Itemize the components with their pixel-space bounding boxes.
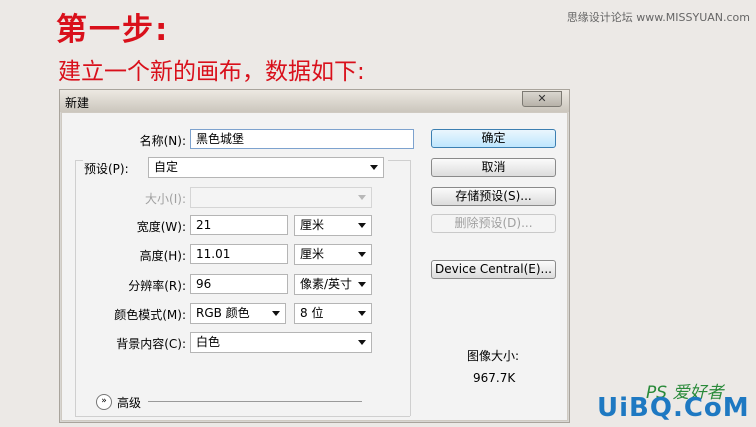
height-unit: 厘米: [300, 247, 325, 261]
group-border: [410, 160, 411, 416]
name-label: 名称(N):: [139, 134, 186, 148]
group-border: [388, 160, 410, 161]
step-title: 第一步:: [56, 12, 170, 48]
advanced-label[interactable]: 高级: [117, 394, 141, 411]
step-subtitle: 建立一个新的画布，数据如下:: [58, 59, 365, 85]
chevron-down-icon: [358, 252, 366, 257]
color-mode-value: RGB 颜色: [196, 306, 250, 320]
chevron-down-icon: [358, 282, 366, 287]
resolution-unit: 像素/英寸: [300, 277, 353, 291]
background-select[interactable]: 白色: [190, 332, 372, 353]
group-border: [75, 416, 410, 417]
width-field[interactable]: 21: [190, 215, 288, 235]
chevron-down-icon: [272, 311, 280, 316]
color-mode-select[interactable]: RGB 颜色: [190, 303, 286, 324]
dialog-title: 新建: [65, 96, 90, 110]
width-unit: 厘米: [300, 218, 325, 232]
new-document-dialog: 新建 ✕ 名称(N): 黑色城堡 预设(P): 自定 大小(I): 宽度(W):…: [59, 89, 570, 423]
close-icon: ✕: [537, 92, 547, 105]
resolution-field[interactable]: 96: [190, 274, 288, 294]
bit-depth-value: 8 位: [300, 306, 324, 320]
group-border: [75, 160, 83, 161]
height-field[interactable]: 11.01: [190, 244, 288, 264]
delete-preset-button: 删除预设(D)...: [431, 214, 556, 233]
image-size-label: 图像大小:: [467, 349, 520, 363]
size-label: 大小(I):: [145, 192, 186, 206]
chevron-down-icon: [358, 223, 366, 228]
expand-icon[interactable]: »: [96, 394, 112, 410]
bit-depth-select[interactable]: 8 位: [294, 303, 372, 324]
height-unit-select[interactable]: 厘米: [294, 244, 372, 265]
chevron-down-icon: [370, 165, 378, 170]
size-select: [190, 187, 372, 208]
uibq-watermark: UiBQ.CoM: [597, 393, 750, 423]
background-value: 白色: [196, 335, 221, 349]
resolution-unit-select[interactable]: 像素/英寸: [294, 274, 372, 295]
ok-button[interactable]: 确定: [431, 129, 556, 148]
width-unit-select[interactable]: 厘米: [294, 215, 372, 236]
site-watermark: 思缘设计论坛 www.MISSYUAN.com: [566, 11, 750, 24]
preset-select[interactable]: 自定: [148, 157, 384, 178]
preset-value: 自定: [154, 160, 179, 174]
dialog-titlebar: 新建 ✕: [60, 90, 569, 112]
image-size-value: 967.7K: [473, 371, 516, 385]
dialog-body: 名称(N): 黑色城堡 预设(P): 自定 大小(I): 宽度(W): 21 厘…: [61, 112, 568, 421]
advanced-divider: [148, 401, 362, 402]
name-field[interactable]: 黑色城堡: [190, 129, 414, 149]
device-central-button[interactable]: Device Central(E)...: [431, 260, 556, 279]
chevron-down-icon: [358, 311, 366, 316]
close-button[interactable]: ✕: [522, 91, 562, 107]
width-label: 宽度(W):: [136, 220, 186, 234]
chevron-down-icon: [358, 195, 366, 200]
save-preset-button[interactable]: 存储预设(S)...: [431, 187, 556, 206]
chevron-down-icon: [358, 340, 366, 345]
group-border: [75, 160, 76, 416]
resolution-label: 分辨率(R):: [128, 279, 186, 293]
height-label: 高度(H):: [139, 249, 186, 263]
preset-label: 预设(P):: [84, 160, 144, 177]
cancel-button[interactable]: 取消: [431, 158, 556, 177]
color-mode-label: 颜色模式(M):: [114, 308, 186, 322]
background-label: 背景内容(C):: [116, 337, 186, 351]
